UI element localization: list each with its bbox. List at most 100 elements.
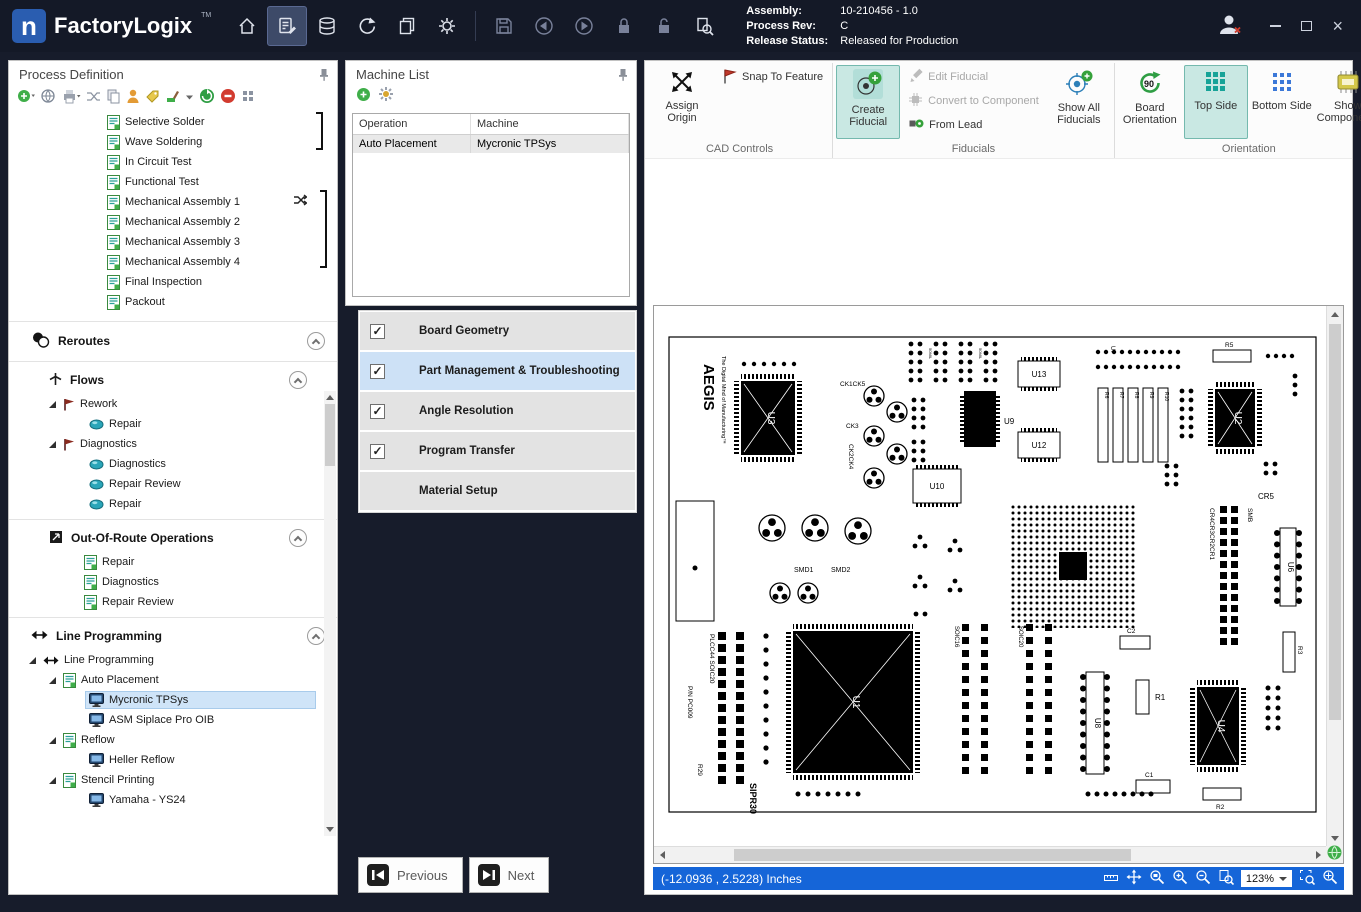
pin-icon[interactable] xyxy=(319,68,329,82)
unlock-button[interactable] xyxy=(644,6,684,46)
tree-item-wave-soldering[interactable]: Wave Soldering xyxy=(9,132,337,152)
expand-arrow-icon[interactable] xyxy=(49,441,56,448)
tree-item-in-circuit-test[interactable]: In Circuit Test xyxy=(9,152,337,172)
tree-item-functional-test[interactable]: Functional Test xyxy=(9,172,337,192)
expand-arrow-icon[interactable] xyxy=(49,737,56,744)
copy-icon[interactable] xyxy=(106,88,121,104)
scroll-left-button[interactable] xyxy=(654,847,670,863)
column-header-machine[interactable]: Machine xyxy=(471,114,629,134)
brush-icon[interactable] xyxy=(165,89,180,104)
measure-icon[interactable] xyxy=(1103,869,1119,888)
save-button[interactable] xyxy=(484,6,524,46)
tree-item-mycronic-tpsys[interactable]: Mycronic TPSys xyxy=(9,690,337,710)
step-checkbox[interactable]: ✓ xyxy=(370,324,385,339)
close-button[interactable]: × xyxy=(1332,17,1343,35)
section-header-reroutes[interactable]: Reroutes xyxy=(9,325,337,356)
column-header-operation[interactable]: Operation xyxy=(353,114,471,134)
horizontal-scroll-thumb[interactable] xyxy=(734,849,1131,861)
tree-item-auto-placement[interactable]: Auto Placement xyxy=(9,670,337,690)
zoom-out-icon[interactable] xyxy=(1195,869,1211,888)
scroll-right-button[interactable] xyxy=(1310,847,1326,863)
zoom-in-icon[interactable] xyxy=(1172,869,1188,888)
tree-item-rework[interactable]: Rework xyxy=(9,394,337,414)
board-orientation-button[interactable]: 90 Board Orientation xyxy=(1118,65,1182,139)
tree-item-reflow[interactable]: Reflow xyxy=(9,730,337,750)
materials-button[interactable] xyxy=(307,6,347,46)
scroll-down-button[interactable] xyxy=(324,823,336,836)
tree-item-yamaha-ys24[interactable]: Yamaha - YS24 xyxy=(9,790,337,810)
machine-settings-icon[interactable] xyxy=(378,86,394,107)
add-machine-icon[interactable] xyxy=(356,87,371,107)
scroll-up-button[interactable] xyxy=(324,391,336,404)
tree-item-repair-review[interactable]: Repair Review xyxy=(9,592,337,612)
step-checkbox[interactable]: ✓ xyxy=(370,364,385,379)
collapse-section-button[interactable] xyxy=(289,371,307,389)
collapse-section-button[interactable] xyxy=(289,529,307,547)
minimize-button[interactable] xyxy=(1270,25,1281,27)
tree-item-mechanical-assembly-1[interactable]: Mechanical Assembly 1 xyxy=(9,192,337,212)
dropdown-caret-icon[interactable] xyxy=(185,90,194,103)
print-icon[interactable] xyxy=(61,88,81,104)
run-icon[interactable] xyxy=(199,88,215,104)
zoom-extents-icon[interactable] xyxy=(1322,869,1338,888)
convert-to-component-button[interactable]: Convert to Component xyxy=(902,89,1045,113)
cad-canvas[interactable]: AEGISThe Digital Mind of Manufacturing™P… xyxy=(654,306,1326,846)
show-all-fiducials-button[interactable]: Show All Fiducials xyxy=(1047,65,1111,139)
pan-icon[interactable] xyxy=(1126,869,1142,888)
zoom-window-icon[interactable] xyxy=(1149,869,1165,888)
documents-button[interactable] xyxy=(387,6,427,46)
tree-item-repair[interactable]: Repair xyxy=(9,552,337,572)
step-checkbox[interactable]: ✓ xyxy=(370,404,385,419)
tree-item-repair-review[interactable]: Repair Review xyxy=(9,474,337,494)
from-lead-button[interactable]: From Lead xyxy=(902,113,1045,137)
viewer-vertical-scrollbar[interactable] xyxy=(1326,306,1343,846)
viewer-horizontal-scrollbar[interactable] xyxy=(654,846,1326,863)
tree-item-diagnostics[interactable]: Diagnostics xyxy=(9,454,337,474)
tree-item-mechanical-assembly-4[interactable]: Mechanical Assembly 4 xyxy=(9,252,337,272)
tree-item-mechanical-assembly-2[interactable]: Mechanical Assembly 2 xyxy=(9,212,337,232)
tag-icon[interactable] xyxy=(145,89,160,104)
previous-button[interactable]: Previous xyxy=(358,857,463,893)
show-components-button[interactable]: Show Components xyxy=(1316,65,1361,139)
user-account-icon[interactable] xyxy=(1218,13,1244,40)
step-row-part-management-troubleshooting[interactable]: ✓Part Management & Troubleshooting xyxy=(360,352,635,390)
reorder-icon[interactable] xyxy=(86,90,101,103)
lock-button[interactable] xyxy=(604,6,644,46)
expand-arrow-icon[interactable] xyxy=(49,401,56,408)
step-checkbox[interactable]: ✓ xyxy=(370,444,385,459)
zoom-page-icon[interactable] xyxy=(1218,869,1234,888)
assign-user-icon[interactable] xyxy=(126,88,140,104)
tree-item-heller-reflow[interactable]: Heller Reflow xyxy=(9,750,337,770)
inspect-button[interactable] xyxy=(684,6,724,46)
bottom-side-button[interactable]: Bottom Side xyxy=(1250,65,1314,139)
scroll-thumb[interactable] xyxy=(325,404,335,466)
next-button[interactable]: Next xyxy=(469,857,550,893)
zoom-level-select[interactable]: 123% xyxy=(1241,870,1292,887)
zoom-selection-icon[interactable] xyxy=(1299,869,1315,888)
pin-icon[interactable] xyxy=(618,68,628,82)
back-button[interactable] xyxy=(524,6,564,46)
tree-item-mechanical-assembly-3[interactable]: Mechanical Assembly 3 xyxy=(9,232,337,252)
vertical-scroll-thumb[interactable] xyxy=(1329,324,1341,720)
tree-item-repair[interactable]: Repair xyxy=(9,414,337,434)
home-button[interactable] xyxy=(227,6,267,46)
top-side-button[interactable]: Top Side xyxy=(1184,65,1248,139)
tree-item-selective-solder[interactable]: Selective Solder xyxy=(9,112,337,132)
assign-origin-button[interactable]: Assign Origin xyxy=(650,65,714,139)
stop-icon[interactable] xyxy=(220,88,236,104)
step-row-angle-resolution[interactable]: ✓Angle Resolution xyxy=(360,392,635,430)
step-row-board-geometry[interactable]: ✓Board Geometry xyxy=(360,312,635,350)
edit-fiducial-button[interactable]: Edit Fiducial xyxy=(902,65,1045,89)
shuffle-icon[interactable] xyxy=(293,193,307,211)
tree-item-stencil-printing[interactable]: Stencil Printing xyxy=(9,770,337,790)
machine-table-row[interactable]: Auto PlacementMycronic TPSys xyxy=(353,135,629,153)
add-operation-icon[interactable] xyxy=(17,88,35,104)
more-tools-icon[interactable] xyxy=(241,89,255,103)
tree-item-packout[interactable]: Packout xyxy=(9,292,337,312)
settings-gear-button[interactable] xyxy=(427,6,467,46)
step-row-program-transfer[interactable]: ✓Program Transfer xyxy=(360,432,635,470)
snap-to-feature-button[interactable]: Snap To Feature xyxy=(716,65,829,89)
expand-arrow-icon[interactable] xyxy=(29,657,36,664)
maximize-button[interactable] xyxy=(1301,21,1312,31)
tree-item-diagnostics[interactable]: Diagnostics xyxy=(9,572,337,592)
